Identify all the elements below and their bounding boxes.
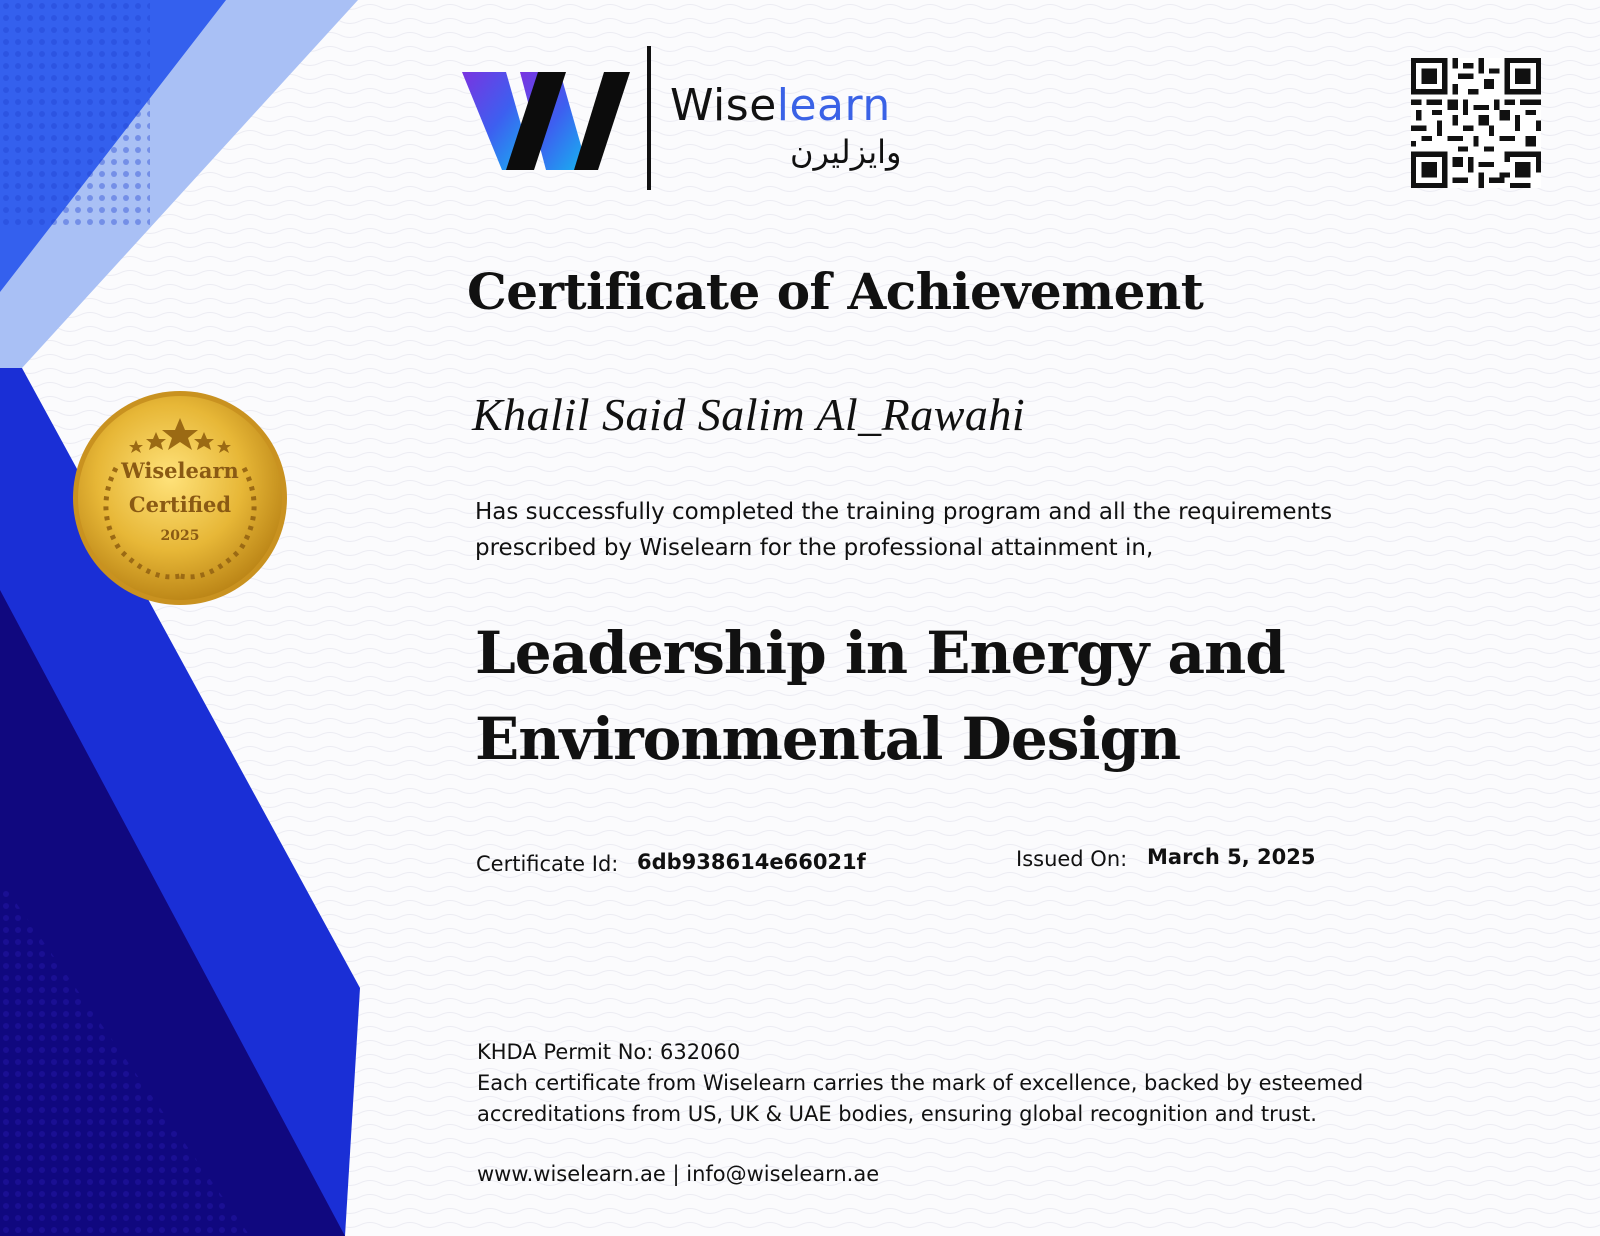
brand-name-arabic: وايزليرن	[790, 133, 902, 171]
accreditation-text: Each certificate from Wiselearn carries …	[477, 1071, 1364, 1126]
certified-seal: Wiselearn Certified 2025	[72, 390, 288, 606]
logo-divider	[647, 46, 651, 190]
issued-on-label: Issued On:	[1016, 847, 1128, 871]
seal-line1: Wiselearn	[121, 458, 239, 483]
program-title-line1: Leadership in Energy and	[475, 619, 1286, 687]
certificate-id-value: 6db938614e66021f	[637, 850, 866, 874]
contact-info: www.wiselearn.ae | info@wiselearn.ae	[477, 1162, 880, 1186]
certificate-title: Certificate of Achievement	[467, 262, 1204, 321]
seal-line2: Certified	[128, 492, 232, 517]
brand-name: Wiselearn	[670, 80, 891, 131]
certificate-id-label: Certificate Id:	[476, 852, 619, 876]
brand-name-part2: learn	[776, 80, 891, 131]
left-decoration	[0, 0, 360, 1236]
permit-number: KHDA Permit No: 632060	[477, 1040, 741, 1064]
logo-w-icon	[462, 72, 630, 170]
completion-statement: Has successfully completed the training …	[475, 499, 1333, 561]
certificate-page: Wiselearn Certified 2025 Wiselearn وايزل…	[0, 0, 1600, 1236]
qr-code-icon	[1411, 58, 1541, 188]
seal-year: 2025	[160, 528, 200, 544]
brand-name-part1: Wise	[670, 80, 777, 131]
program-title: Leadership in Energy and Environmental D…	[475, 610, 1375, 782]
program-title-line2: Environmental Design	[475, 705, 1181, 773]
recipient-name: Khalil Said Salim Al_Rawahi	[472, 389, 1026, 440]
issued-on-value: March 5, 2025	[1147, 845, 1316, 869]
